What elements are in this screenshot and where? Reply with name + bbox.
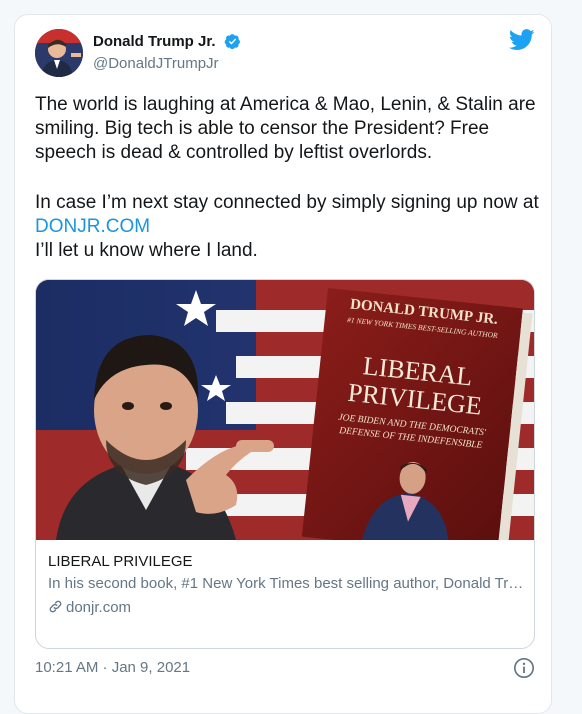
tweet-paragraph-2: In case I’m next stay connected by simpl… (35, 191, 545, 263)
info-icon[interactable] (513, 657, 535, 679)
twitter-bird-icon[interactable] (509, 29, 535, 51)
tweet-text: The world is laughing at America & Mao, … (35, 93, 545, 263)
tweet-paragraph-1: The world is laughing at America & Mao, … (35, 94, 536, 163)
user-handle[interactable]: @DonaldJTrumpJr (93, 55, 241, 72)
link-preview-card[interactable]: DONALD TRUMP JR. #1 NEW YORK TIMES BEST-… (35, 279, 535, 649)
card-body: LIBERAL PRIVILEGE In his second book, #1… (48, 552, 524, 618)
tweet-card: Donald Trump Jr. @DonaldJTrumpJr The wor… (14, 14, 552, 714)
tweet-paragraph-2-suffix: I’ll let u know where I land. (35, 240, 258, 261)
card-domain[interactable]: donjr.com (48, 598, 524, 618)
card-description: In his second book, #1 New York Times be… (48, 575, 524, 592)
verified-badge-icon (224, 34, 240, 50)
tweet-paragraph-2-prefix: In case I’m next stay connected by simpl… (35, 192, 539, 213)
tweet-header: Donald Trump Jr. @DonaldJTrumpJr (35, 29, 535, 79)
card-title[interactable]: LIBERAL PRIVILEGE (48, 552, 524, 572)
tweet-timestamp[interactable]: 10:21 AM · Jan 9, 2021 (35, 659, 190, 676)
user-names: Donald Trump Jr. @DonaldJTrumpJr (93, 33, 241, 72)
card-domain-text: donjr.com (66, 599, 132, 616)
display-name[interactable]: Donald Trump Jr. (93, 33, 216, 50)
avatar[interactable] (35, 29, 83, 77)
link-icon (49, 600, 62, 613)
card-image[interactable]: DONALD TRUMP JR. #1 NEW YORK TIMES BEST-… (36, 280, 534, 540)
donjr-link[interactable]: DONJR.COM (35, 216, 150, 237)
